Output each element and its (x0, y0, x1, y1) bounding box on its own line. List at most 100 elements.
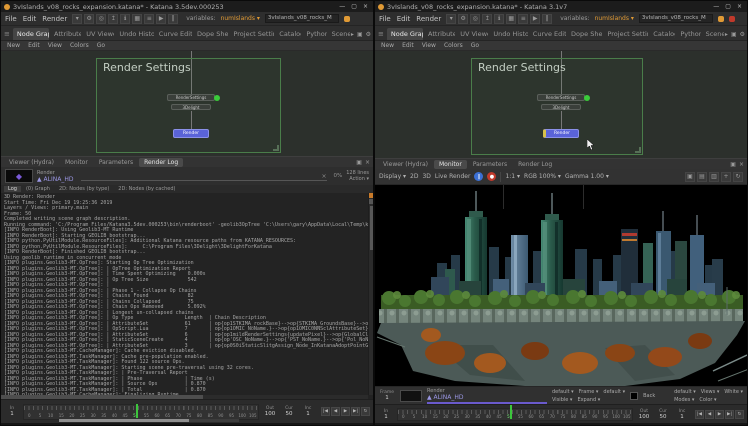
main-tab[interactable]: Project Settings (603, 28, 648, 40)
close-button[interactable]: × (363, 3, 368, 10)
timeline-tick[interactable]: 30 (88, 413, 99, 419)
upload-icon[interactable]: ↥ (108, 14, 118, 24)
gear-icon[interactable]: ⚙ (740, 31, 745, 38)
menu-item[interactable]: Render (416, 15, 441, 23)
out-field[interactable]: Out100 (262, 406, 278, 417)
main-tab[interactable]: Python (302, 28, 326, 40)
timeline-tick[interactable]: 60 (152, 413, 163, 419)
log-tab[interactable]: 2D: Nodes (by cached) (114, 186, 179, 192)
gear-icon[interactable]: ⚙ (84, 14, 94, 24)
log-scrollbar[interactable] (368, 193, 373, 395)
in-field[interactable]: In1 (4, 406, 20, 417)
timeline-ruler[interactable]: 0510152025303540455055606570758085909510… (397, 408, 633, 421)
timeline-tick[interactable]: 40 (109, 413, 120, 419)
list-icon[interactable]: ≡ (518, 14, 528, 24)
variables-dropdown[interactable]: numIslands ▾ (221, 15, 260, 22)
step-back-button[interactable]: ◀ (331, 407, 340, 416)
loop-button[interactable]: ↻ (735, 410, 744, 419)
group-resize-grip[interactable] (635, 147, 641, 153)
in-field[interactable]: In1 (378, 409, 394, 420)
timeline-tick[interactable]: 105 (247, 413, 258, 419)
monitor-dropdown[interactable]: Visible ▾ (552, 397, 572, 403)
node-rendersettings[interactable]: RenderSettings (537, 94, 585, 101)
group-resize-grip[interactable] (273, 145, 279, 151)
main-tab[interactable]: Undo History (489, 28, 527, 40)
play-button[interactable]: ▶ (715, 410, 724, 419)
inc-field[interactable]: Inc1 (300, 406, 316, 417)
menu-item[interactable]: File (379, 15, 391, 23)
log-tab[interactable]: 2D: Nodes (by type) (55, 186, 113, 192)
timeline-tick[interactable]: 100 (237, 413, 248, 419)
timeline-tick[interactable]: 80 (194, 413, 205, 419)
panel-tab[interactable]: Monitor (60, 158, 93, 167)
log-tab[interactable]: Log (4, 186, 21, 192)
timeline-tick[interactable]: 45 (120, 413, 131, 419)
monitor-dropdown[interactable]: Views ▾ (701, 389, 720, 395)
timeline-scrollbar[interactable] (59, 419, 239, 422)
title-bar[interactable]: 3vIslands_v08_rocks_expansion.katana* - … (375, 1, 747, 12)
timeline-tick[interactable]: 45 (494, 414, 505, 420)
crosshair-icon[interactable]: + (721, 172, 731, 182)
nodegraph-menu-item[interactable]: Edit (402, 42, 414, 49)
panel-float-icon[interactable]: ▣ (730, 161, 736, 168)
monitor-dropdown[interactable]: Modes ▾ (674, 397, 694, 403)
timeline-tick[interactable]: 95 (226, 413, 237, 419)
timeline-tick[interactable]: 105 (621, 414, 632, 420)
panel-close-icon[interactable]: × (365, 159, 370, 166)
scene-name-field[interactable]: 3vIslands_v08_rocks_M (639, 14, 713, 23)
channel-dropdown[interactable]: RGB 100% ▾ (524, 173, 561, 180)
main-tab[interactable]: Node Graph (387, 28, 423, 40)
timeline-tick[interactable]: 50 (130, 413, 141, 419)
timeline-tick[interactable]: 35 (472, 414, 483, 420)
pause-button[interactable]: ‖ (474, 172, 483, 181)
monitor-viewport[interactable] (375, 185, 747, 386)
panel-tab[interactable]: Render Log (139, 158, 183, 167)
main-tab[interactable]: Undo History (115, 28, 153, 40)
panel-close-icon[interactable]: × (739, 161, 744, 168)
log-follow-icon[interactable] (369, 199, 374, 204)
clear-filter-icon[interactable]: × (321, 173, 326, 180)
minimize-button[interactable]: — (713, 3, 719, 10)
main-tab[interactable]: Curve Editor (155, 28, 192, 40)
node-rendersettings[interactable]: RenderSettings (167, 94, 215, 101)
panel-tab[interactable]: Monitor (434, 160, 467, 169)
timeline-tick[interactable]: 70 (547, 414, 558, 420)
frame-field[interactable]: Frame1 (379, 390, 395, 401)
info-icon[interactable]: ℹ (120, 14, 130, 24)
monitor-dropdown[interactable]: default ▾ (552, 389, 574, 395)
record-button[interactable]: ● (487, 172, 496, 181)
node-render[interactable]: Render (543, 129, 579, 138)
columns-icon[interactable]: ▥ (709, 172, 719, 182)
timeline-tick[interactable]: 0 (24, 413, 35, 419)
maximize-button[interactable]: ▢ (351, 3, 357, 10)
menu-item[interactable]: Edit (23, 15, 37, 23)
node-render[interactable]: Render (173, 129, 209, 138)
timeline-tick[interactable]: 85 (579, 414, 590, 420)
log-tab[interactable]: (0) Graph (22, 186, 54, 192)
main-tab[interactable]: Scene (328, 28, 350, 40)
pin-icon[interactable]: ▣ (731, 31, 737, 38)
timeline-tick[interactable]: 0 (398, 414, 409, 420)
go-start-button[interactable]: |◀ (321, 407, 330, 416)
info-icon[interactable]: ℹ (494, 14, 504, 24)
timeline-tick[interactable]: 65 (536, 414, 547, 420)
gamma-dropdown[interactable]: Gamma 1.00 ▾ (565, 173, 609, 180)
main-tab[interactable]: Dope Sheet (193, 28, 228, 40)
cur-field[interactable]: Cur50 (655, 409, 671, 420)
monitor-dropdown[interactable]: Color ▾ (699, 397, 716, 403)
menu-item[interactable]: Render (42, 15, 67, 23)
timeline-tick[interactable]: 65 (162, 413, 173, 419)
timeline-tick[interactable]: 60 (526, 414, 537, 420)
nodegraph-menu-item[interactable]: Edit (28, 42, 40, 49)
timeline-tick[interactable]: 10 (419, 414, 430, 420)
main-tab[interactable]: Catalog (275, 28, 301, 40)
scroll-thumb[interactable] (370, 206, 373, 250)
background-swatch[interactable] (630, 392, 638, 400)
monitor-dropdown[interactable]: default ▾ (674, 389, 696, 395)
timeline-tick[interactable]: 5 (35, 413, 46, 419)
scene-name-field[interactable]: 3vIslands_v08_rocks_M (265, 14, 339, 23)
timeline-tick[interactable]: 15 (56, 413, 67, 419)
nodegraph-menu-item[interactable]: Go (471, 42, 479, 49)
cur-field[interactable]: Cur50 (281, 406, 297, 417)
render-pause-icon[interactable]: ‖ (542, 14, 552, 24)
